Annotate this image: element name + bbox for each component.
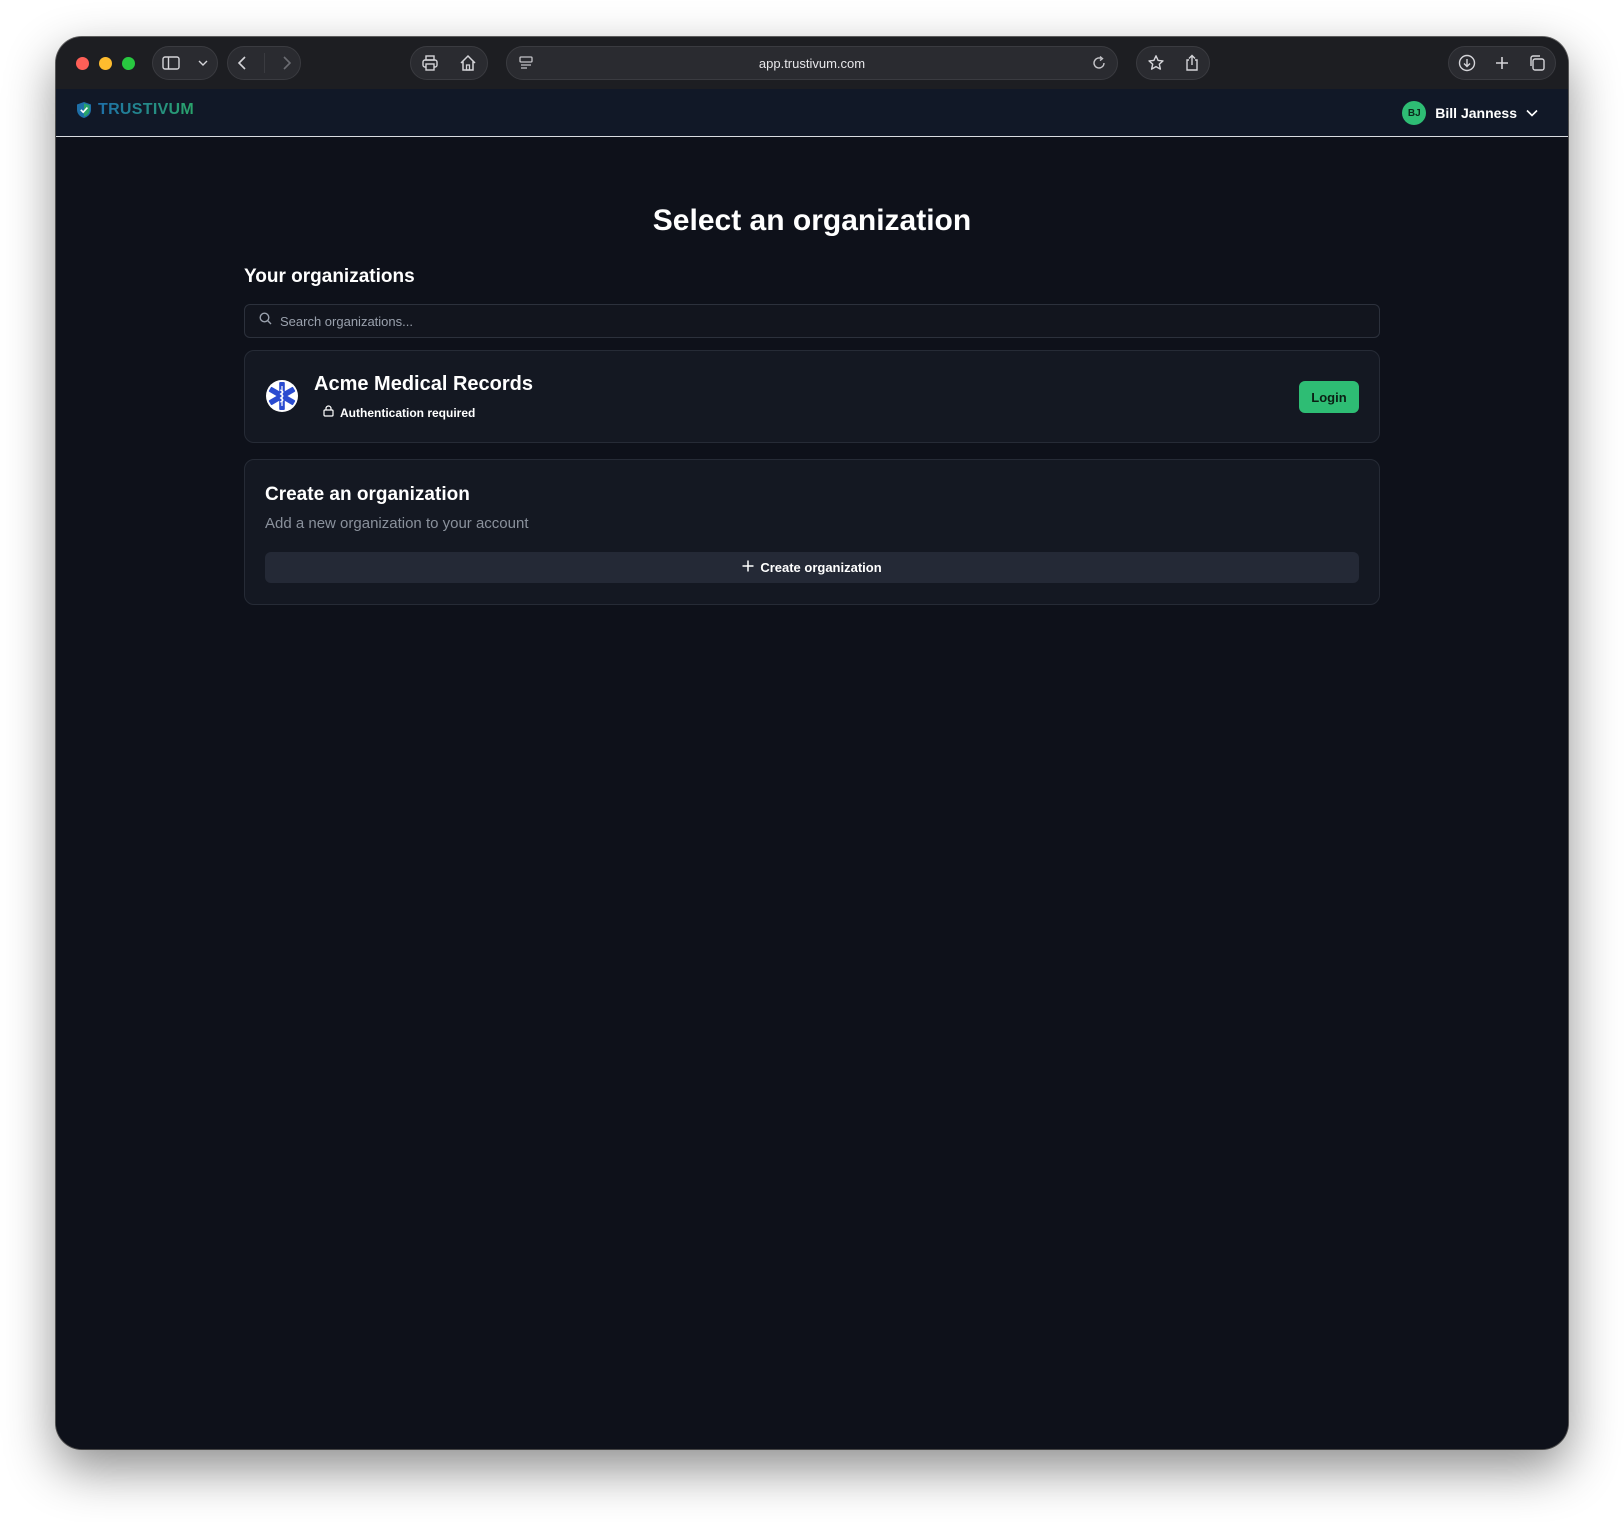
create-organization-heading: Create an organization: [265, 484, 470, 505]
zoom-window-button[interactable]: [122, 57, 135, 70]
navigation-group: [227, 46, 301, 80]
close-window-button[interactable]: [76, 57, 89, 70]
search-box: [244, 304, 1380, 338]
status-text: Authentication required: [340, 405, 476, 420]
star-icon[interactable]: [1147, 54, 1165, 72]
url-text: app.trustivum.com: [758, 55, 866, 71]
app-header: TRUSTIVUM BJ Bill Janness: [56, 89, 1568, 137]
back-arrow-icon[interactable]: [237, 55, 247, 71]
plus-icon: [742, 560, 754, 575]
sidebar-toggle-group: [152, 46, 218, 80]
page-actions-group: [410, 46, 488, 80]
search-input[interactable]: [280, 313, 1379, 329]
user-name: Bill Janness: [1435, 105, 1517, 121]
sidebar-icon[interactable]: [162, 56, 180, 70]
tab-overview-icon[interactable]: [1528, 54, 1546, 72]
address-bar[interactable]: app.trustivum.com: [506, 46, 1118, 80]
main-content: Select an organization Your organization…: [56, 138, 1568, 1449]
shield-check-icon: [77, 102, 91, 118]
share-icon[interactable]: [1184, 54, 1200, 72]
organization-card: Acme Medical Records Authentication requ…: [244, 350, 1380, 443]
minimize-window-button[interactable]: [99, 57, 112, 70]
new-tab-plus-icon[interactable]: [1495, 56, 1509, 70]
star-of-life-logo-icon: [266, 380, 298, 412]
create-organization-button[interactable]: Create organization: [265, 552, 1359, 583]
your-organizations-heading: Your organizations: [244, 266, 415, 287]
window-actions-group: [1448, 46, 1556, 80]
avatar: BJ: [1402, 101, 1427, 125]
lock-icon: [323, 405, 334, 420]
chevron-down-icon[interactable]: [198, 60, 208, 66]
home-icon[interactable]: [459, 54, 477, 72]
brand-logo[interactable]: TRUSTIVUM: [76, 101, 194, 119]
create-organization-description: Add a new organization to your account: [265, 515, 529, 532]
brand-name: TRUSTIVUM: [98, 101, 195, 118]
browser-window: app.trustivum.com TRUSTIVUM BJ Bill Jann…: [56, 37, 1568, 1449]
bookmark-share-group: [1136, 46, 1210, 80]
organization-status: Authentication required: [323, 405, 475, 420]
create-organization-card: Create an organization Add a new organiz…: [244, 459, 1380, 605]
divider: [263, 53, 265, 73]
login-button[interactable]: Login: [1299, 381, 1359, 413]
printer-icon[interactable]: [421, 54, 439, 72]
search-icon: [259, 312, 272, 330]
create-organization-label: Create organization: [760, 560, 882, 575]
forward-arrow-icon[interactable]: [282, 55, 292, 71]
page-title: Select an organization: [652, 204, 972, 237]
reload-icon[interactable]: [1091, 55, 1107, 76]
chevron-down-icon: [1526, 104, 1538, 122]
download-icon[interactable]: [1458, 54, 1476, 72]
user-menu[interactable]: BJ Bill Janness: [1402, 101, 1538, 125]
site-settings-icon[interactable]: [519, 55, 533, 76]
browser-toolbar: app.trustivum.com: [56, 37, 1568, 89]
organization-name: Acme Medical Records: [314, 373, 533, 395]
